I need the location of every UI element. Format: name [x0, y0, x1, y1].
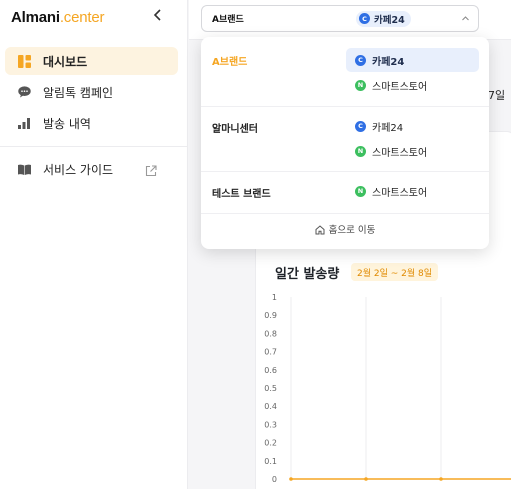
caret-down-icon [462, 14, 469, 23]
option-a-brand-cafe24[interactable]: C 카페24 [346, 48, 479, 72]
option-almanicenter-cafe24[interactable]: C 카페24 [346, 114, 479, 138]
option-almanicenter-smartstore[interactable]: N 스마트스토어 [346, 139, 479, 163]
group-divider [201, 171, 489, 172]
y-tick-label: 0.4 [264, 402, 277, 411]
sidebar-item-label: 대시보드 [43, 54, 88, 69]
home-link-label: 홈으로 이동 [328, 225, 376, 236]
group-divider [201, 213, 489, 214]
data-point [439, 477, 443, 481]
chat-bubble-icon [17, 85, 31, 99]
sidebar-item-campaign[interactable]: 알림톡 캠페인 [5, 78, 178, 106]
group-divider [201, 106, 489, 107]
option-label: 카페24 [372, 122, 404, 134]
date-fragment: 7일 [488, 89, 506, 102]
y-tick-label: 0.1 [264, 457, 277, 466]
cafe24-badge-icon: C [359, 13, 370, 24]
option-label: 스마트스토어 [372, 147, 428, 159]
option-label: 스마트스토어 [372, 81, 428, 93]
option-label: 스마트스토어 [372, 187, 428, 199]
group-name-almanicenter[interactable]: 알마니센터 [212, 120, 258, 135]
selected-channel-label: 카페24 [374, 14, 405, 26]
sidebar-item-dashboard[interactable]: 대시보드 [5, 47, 178, 75]
sidebar: Almani.center 대시보드 알림톡 캠페인 발송 내역 서비스 가이드 [0, 0, 188, 489]
option-a-brand-smartstore[interactable]: N 스마트스토어 [346, 73, 479, 97]
y-tick-label: 0.3 [264, 420, 277, 429]
sidebar-item-label: 서비스 가이드 [43, 162, 114, 177]
y-tick-label: 0.7 [264, 348, 277, 357]
y-tick-label: 0.5 [264, 384, 277, 393]
sidebar-item-label: 발송 내역 [43, 116, 91, 131]
cafe24-badge-icon: C [355, 120, 366, 132]
y-tick-label: 0.8 [264, 329, 277, 338]
data-point [364, 477, 368, 481]
smartstore-badge-icon: N [355, 145, 366, 157]
brand-channel-selector[interactable]: A브랜드 C 카페24 [201, 5, 479, 32]
smartstore-badge-icon: N [355, 79, 366, 91]
cafe24-badge-icon: C [355, 54, 366, 66]
sidebar-divider [0, 146, 187, 147]
y-tick-label: 0.2 [264, 439, 277, 448]
sidebar-item-history[interactable]: 발송 내역 [5, 109, 178, 137]
brand-channel-dropdown: A브랜드 C 카페24 N 스마트스토어 알마니센터 C 카페24 N 스마트스… [201, 37, 489, 249]
option-label: 카페24 [372, 56, 405, 68]
external-link-icon [145, 162, 157, 181]
date-range-badge: 2월 2일 ~ 2월 8일 [351, 263, 439, 281]
option-test-brand-smartstore[interactable]: N 스마트스토어 [346, 179, 479, 203]
chevron-left-icon[interactable] [153, 9, 163, 25]
data-point [289, 477, 293, 481]
smartstore-badge-icon: N [355, 185, 366, 197]
home-icon [315, 220, 325, 239]
sidebar-item-guide[interactable]: 서비스 가이드 [5, 155, 178, 183]
y-tick-label: 0 [272, 475, 277, 484]
y-tick-label: 0.9 [264, 311, 277, 320]
daily-send-chart: 1 0.9 0.8 0.7 0.6 0.5 0.4 0.3 0.2 0.1 0 [264, 293, 511, 484]
selected-channel-chip: C 카페24 [356, 10, 411, 27]
dashboard-icon [17, 54, 31, 68]
bar-chart-icon [17, 116, 31, 130]
y-tick-label: 1 [272, 293, 277, 302]
book-icon [17, 162, 31, 176]
group-name-a-brand[interactable]: A브랜드 [212, 53, 247, 68]
top-bar: A브랜드 C 카페24 [189, 0, 511, 40]
chart-title: 일간 발송량 [275, 267, 340, 282]
home-link[interactable]: 홈으로 이동 [201, 221, 489, 237]
group-name-test-brand[interactable]: 테스트 브랜드 [212, 185, 271, 200]
app-logo[interactable]: Almani.center [11, 9, 104, 26]
selected-brand: A브랜드 [212, 15, 244, 25]
y-tick-label: 0.6 [264, 366, 277, 375]
sidebar-item-label: 알림톡 캠페인 [43, 85, 114, 100]
